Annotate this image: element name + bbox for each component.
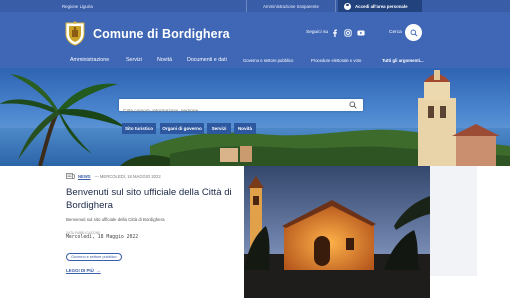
- nav-item-documenti[interactable]: Documenti e dati: [187, 57, 227, 63]
- login-label: Accedi all'area personale: [355, 3, 408, 9]
- chip-label: Organi di governo: [162, 126, 202, 131]
- utility-bar: Regione Liguria Amministrazione traspare…: [0, 0, 510, 12]
- site-title[interactable]: Comune di Bordighera: [93, 27, 230, 41]
- newspaper-icon: [66, 173, 75, 179]
- chip-label: Novità: [237, 126, 253, 131]
- facebook-icon[interactable]: [331, 29, 339, 37]
- user-icon: [344, 2, 351, 10]
- login-button[interactable]: Accedi all'area personale: [338, 0, 422, 12]
- read-more-link[interactable]: LEGGI DI PIÙ →: [66, 268, 101, 273]
- chip-label: Sito turistico: [124, 126, 154, 131]
- side-panel: [430, 166, 477, 276]
- news-subtext: Benvenuti sul sito ufficiale della Città…: [66, 217, 165, 222]
- news-meta: NEWS — MERCOLEDÌ, 18 MAGGIO 2022: [66, 173, 161, 179]
- hero-search-input[interactable]: [119, 105, 339, 118]
- site-header: Comune di Bordighera Seguici su Cerca: [0, 12, 510, 56]
- search-button[interactable]: [405, 24, 422, 41]
- news-category-tag[interactable]: NEWS: [78, 174, 91, 179]
- date-value: Mercoledì, 18 Maggio 2022: [66, 235, 139, 240]
- city-crest-icon[interactable]: [64, 21, 86, 46]
- search-icon: [410, 29, 418, 37]
- main-nav: Amministrazione Servizi Novità Documenti…: [0, 56, 510, 68]
- arrow-right-icon: →: [95, 268, 101, 273]
- chip-label: Servizi: [211, 126, 227, 131]
- topic-badge[interactable]: Governo e settore pubblico: [66, 253, 122, 261]
- search-label: Cerca: [389, 30, 402, 35]
- nav-item-servizi[interactable]: Servizi: [126, 57, 142, 63]
- nav-item-amministrazione[interactable]: Amministrazione: [70, 57, 109, 63]
- topic-badge-label: Governo e settore pubblico: [71, 255, 117, 259]
- nav-item-novita[interactable]: Novità: [157, 57, 172, 63]
- read-more-label: LEGGI DI PIÙ: [66, 268, 94, 273]
- youtube-icon[interactable]: [357, 29, 365, 37]
- nav-item-all-topics[interactable]: Tutti gli argomenti...: [382, 58, 424, 63]
- transparency-link[interactable]: Amministrazione trasparente: [246, 0, 336, 12]
- news-date-meta: — MERCOLEDÌ, 18 MAGGIO 2022: [94, 173, 161, 179]
- follow-label: Seguici su: [306, 30, 329, 35]
- search-icon[interactable]: [349, 101, 357, 109]
- hero-search-box: [119, 99, 363, 118]
- hero-banner: Sito turistico Organi di governo Servizi…: [0, 68, 510, 166]
- news-headline[interactable]: Benvenuti sul sito ufficiale della Città…: [66, 186, 238, 212]
- chip-organi-di-governo[interactable]: Organi di governo: [160, 123, 204, 134]
- chip-servizi[interactable]: Servizi: [207, 123, 231, 134]
- transparency-label: Amministrazione trasparente: [263, 3, 319, 9]
- nav-item-governo[interactable]: Governo e settore pubblico: [243, 58, 293, 63]
- nav-item-procedure[interactable]: Procedure elettorale e voto: [311, 58, 361, 63]
- news-photo-chapel[interactable]: [244, 166, 430, 298]
- region-link[interactable]: Regione Liguria: [62, 4, 93, 9]
- instagram-icon[interactable]: [344, 29, 352, 37]
- chip-novita[interactable]: Novità: [234, 123, 256, 134]
- chip-sito-turistico[interactable]: Sito turistico: [122, 123, 156, 134]
